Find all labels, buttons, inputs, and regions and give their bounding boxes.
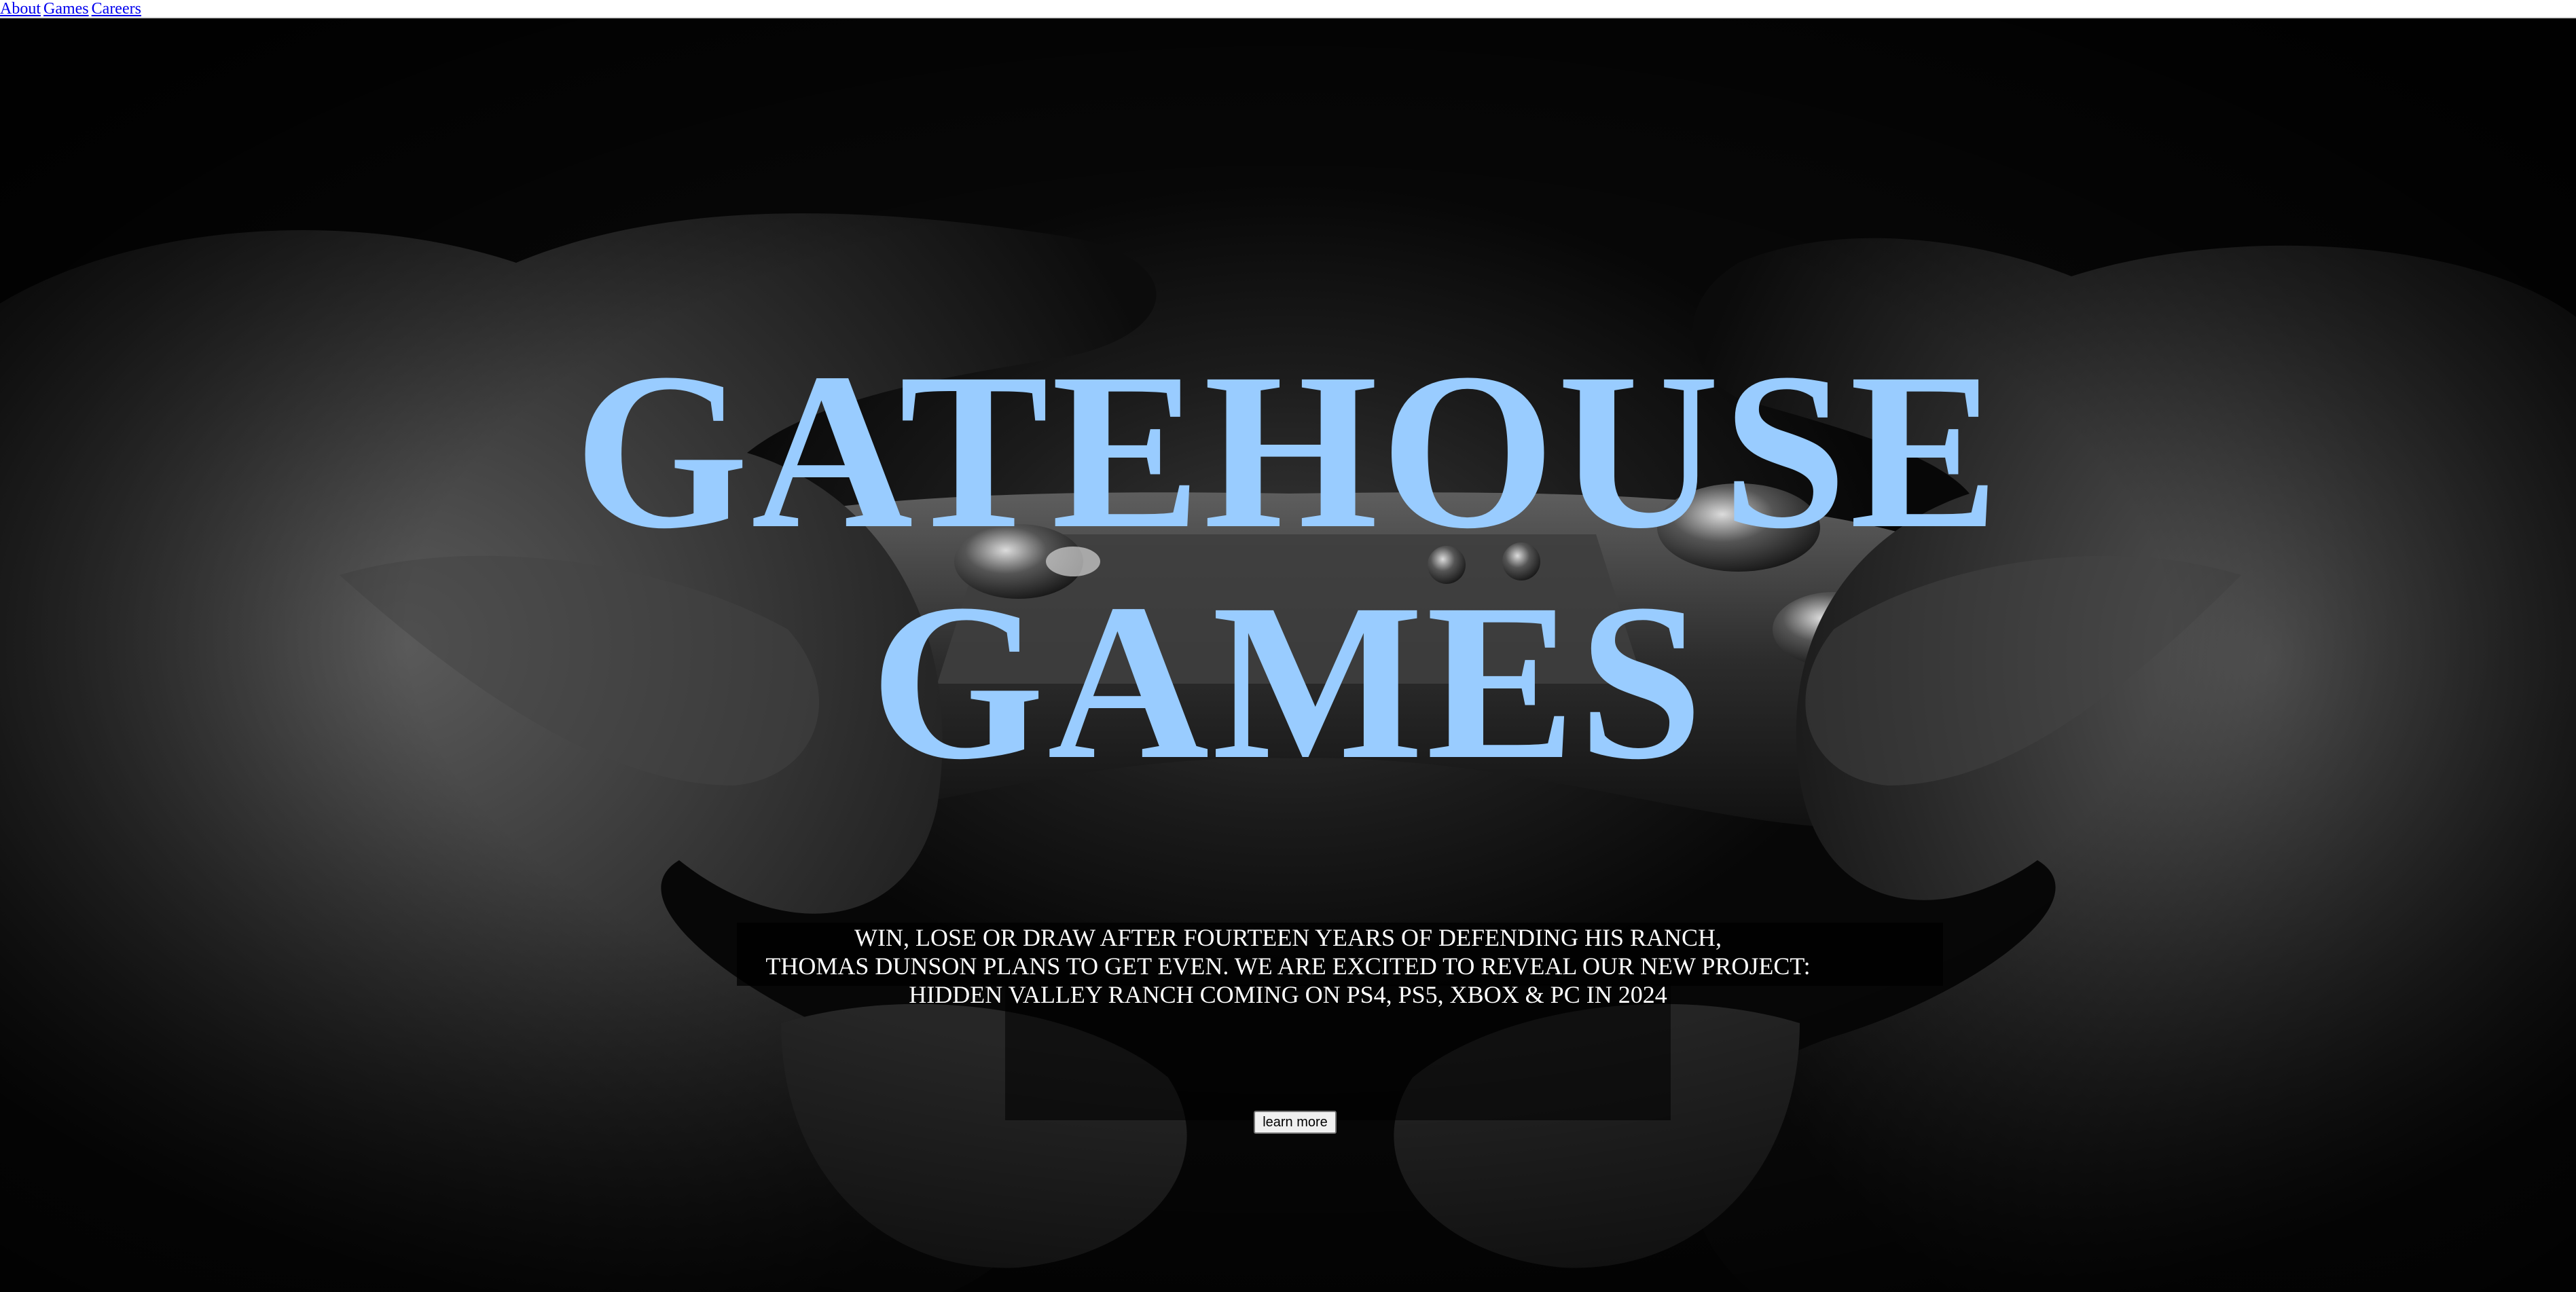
tagline-line-3: HIDDEN VALLEY RANCH COMING ON PS4, PS5, … (909, 981, 1667, 1008)
top-nav: About Games Careers (0, 0, 2576, 18)
learn-more-button[interactable]: learn more (1254, 1111, 1337, 1134)
nav-link-careers[interactable]: Careers (92, 0, 141, 18)
hero-tagline: WIN, LOSE OR DRAW AFTER FOURTEEN YEARS O… (0, 923, 2576, 1009)
site-title: GATEHOUSE GAMES (0, 336, 2576, 798)
tagline-line-2: THOMAS DUNSON PLANS TO GET EVEN. WE ARE … (765, 953, 1811, 980)
title-line-1: GATEHOUSE (574, 327, 2002, 575)
tagline-line-1: WIN, LOSE OR DRAW AFTER FOURTEEN YEARS O… (854, 924, 1722, 951)
nav-link-games[interactable]: Games (43, 0, 89, 18)
title-line-2: GAMES (870, 558, 1706, 806)
nav-link-about[interactable]: About (0, 0, 41, 18)
